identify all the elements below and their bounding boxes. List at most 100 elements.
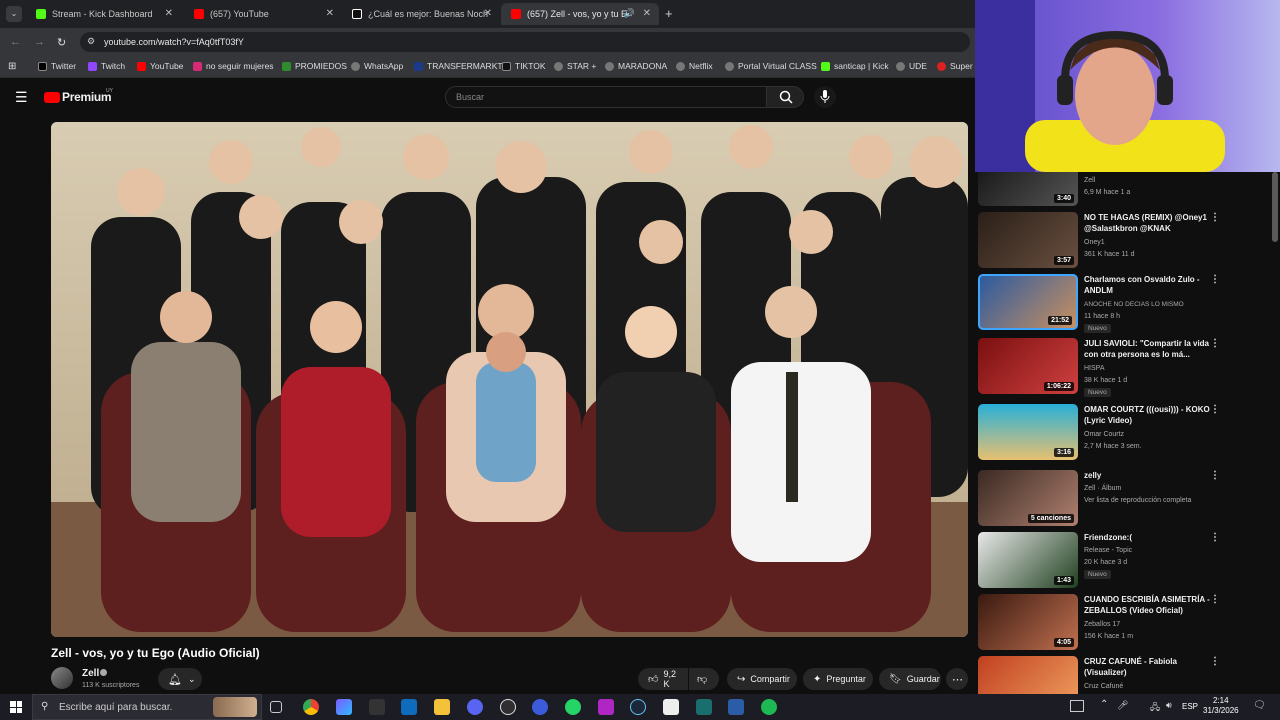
- app-icon[interactable]: [696, 699, 712, 715]
- more-options-icon[interactable]: ⋮: [1210, 532, 1220, 543]
- search-button[interactable]: [766, 86, 804, 108]
- video-thumbnail[interactable]: [978, 656, 1078, 694]
- app-icon[interactable]: [532, 699, 548, 715]
- network-icon[interactable]: 🖧: [1150, 700, 1160, 716]
- task-view-icon[interactable]: [270, 701, 282, 713]
- like-button[interactable]: 👍︎ 9,2 K: [638, 668, 688, 690]
- tab-search-icon[interactable]: ⌄: [6, 6, 22, 22]
- site-info-icon[interactable]: ⚙: [87, 36, 95, 47]
- list-item[interactable]: 1:06:22 JULI SAVIOLI: "Compartir la vida…: [978, 336, 1273, 397]
- ask-button[interactable]: ✦ Preguntar: [803, 668, 873, 690]
- speaker-icon[interactable]: 🔊: [624, 8, 635, 19]
- search-input[interactable]: Buscar: [445, 86, 767, 108]
- steam-icon[interactable]: [630, 699, 646, 715]
- obs-icon[interactable]: [500, 699, 516, 715]
- bookmark-netflix[interactable]: Netflix: [676, 61, 713, 71]
- bookmark-promiedos[interactable]: PROMIEDOS: [282, 61, 347, 71]
- back-icon[interactable]: ←: [10, 36, 21, 48]
- mail-icon[interactable]: [401, 699, 417, 715]
- shield-icon[interactable]: [728, 699, 744, 715]
- taskbar-search[interactable]: ⚲ Escribe aquí para buscar.: [32, 694, 262, 720]
- video-thumbnail[interactable]: 3:40: [978, 172, 1078, 206]
- tab-tiktok[interactable]: ¿Cuál es mejor: Buenas Noches ✕: [342, 3, 500, 25]
- microphone-icon[interactable]: 🎤︎: [1117, 700, 1128, 711]
- apps-icon[interactable]: ⊞: [8, 61, 16, 72]
- forward-icon[interactable]: →: [34, 36, 45, 48]
- more-options-icon[interactable]: ⋮: [1210, 594, 1220, 605]
- video-thumbnail[interactable]: 21:52: [978, 274, 1078, 330]
- video-thumbnail[interactable]: 3:16: [978, 404, 1078, 460]
- youtube-logo-icon[interactable]: [44, 92, 60, 103]
- bookmark-tiktok[interactable]: TIKTOK: [502, 61, 546, 71]
- close-tab-icon[interactable]: ✕: [484, 8, 492, 19]
- url-bar[interactable]: ⚙ youtube.com/watch?v=fAq0tfT03fY: [80, 32, 970, 52]
- bookmark-twitter[interactable]: Twitter: [38, 61, 76, 71]
- windows-start-icon[interactable]: [10, 701, 22, 713]
- app-icon[interactable]: [598, 699, 614, 715]
- system-clock[interactable]: 2:14 31/3/2026: [1203, 696, 1239, 716]
- more-actions-button[interactable]: ⋯: [946, 668, 968, 690]
- playlist-thumbnail[interactable]: 5 canciones: [978, 470, 1078, 526]
- more-options-icon[interactable]: ⋮: [1210, 274, 1220, 285]
- video-thumbnail[interactable]: 3:57: [978, 212, 1078, 268]
- tray-icon[interactable]: [1070, 700, 1084, 712]
- list-item[interactable]: 3:40 Zell 6,9 M hace 1 a: [978, 172, 1273, 208]
- tab-zell-video[interactable]: (657) Zell - vos, yo y tu Ego 🔊 ✕: [501, 3, 659, 25]
- language-indicator[interactable]: ESP: [1182, 702, 1198, 711]
- video-thumbnail[interactable]: 1:43: [978, 532, 1078, 588]
- list-item[interactable]: 3:57 NO TE HAGAS (REMIX) @Oney1 @Salastk…: [978, 210, 1273, 270]
- app-icon[interactable]: [663, 699, 679, 715]
- sidebar-scrollbar[interactable]: [1272, 172, 1278, 242]
- share-button[interactable]: ↪ Compartir: [727, 668, 797, 690]
- chevron-up-icon[interactable]: ⌃: [1100, 699, 1108, 710]
- close-tab-icon[interactable]: ✕: [165, 8, 173, 19]
- discord-icon[interactable]: [467, 699, 483, 715]
- bookmark-super[interactable]: Super: [937, 61, 973, 71]
- more-options-icon[interactable]: ⋮: [1210, 404, 1220, 415]
- video-thumbnail[interactable]: 4:05: [978, 594, 1078, 650]
- close-tab-icon[interactable]: ✕: [643, 8, 651, 19]
- notification-icon[interactable]: 🗨: [1253, 700, 1266, 711]
- more-options-icon[interactable]: ⋮: [1210, 338, 1220, 349]
- close-tab-icon[interactable]: ✕: [326, 8, 334, 19]
- bookmark-maradona[interactable]: MARADONA: [605, 61, 667, 71]
- spotify-icon[interactable]: [761, 699, 777, 715]
- new-tab-button[interactable]: +: [665, 6, 673, 21]
- bookmark-star[interactable]: STAR +: [554, 61, 596, 71]
- copilot-icon[interactable]: [336, 699, 352, 715]
- app-icon[interactable]: [369, 699, 385, 715]
- more-options-icon[interactable]: ⋮: [1210, 212, 1220, 223]
- list-item[interactable]: 5 canciones zelly Zell · Álbum Ver lista…: [978, 468, 1273, 528]
- list-item[interactable]: 1:43 Friendzone:( Release - Topic 20 K h…: [978, 530, 1273, 590]
- bookmark-youtube[interactable]: YouTube: [137, 61, 183, 71]
- volume-icon[interactable]: 🔊︎: [1166, 700, 1172, 711]
- tab-kick-dashboard[interactable]: Stream - Kick Dashboard ✕: [26, 3, 181, 25]
- list-item[interactable]: CRUZ CAFUNÉ - Fabiola (Visualizer) Cruz …: [978, 654, 1273, 694]
- youtube-logo-text[interactable]: Premium: [62, 90, 112, 104]
- bookmark-ude[interactable]: UDE: [896, 61, 927, 71]
- video-thumbnail[interactable]: 1:06:22: [978, 338, 1078, 394]
- bookmark-whatsapp[interactable]: WhatsApp: [351, 61, 403, 71]
- save-button[interactable]: 🔖︎ Guardar: [879, 668, 941, 690]
- bookmark-instagram[interactable]: no seguir mujeres: [193, 61, 274, 71]
- folder-icon[interactable]: [434, 699, 450, 715]
- more-options-icon[interactable]: ⋮: [1210, 470, 1220, 481]
- tab-youtube[interactable]: (657) YouTube ✕: [184, 3, 342, 25]
- bookmark-portal-class[interactable]: Portal Virtual CLASS: [725, 61, 817, 71]
- video-player[interactable]: [51, 122, 968, 637]
- more-options-icon[interactable]: ⋮: [1210, 656, 1220, 667]
- list-item[interactable]: 21:52 Charlamos con Osvaldo Zulo - ANDLM…: [978, 272, 1273, 333]
- notifications-button[interactable]: 🔔︎ ⌄: [158, 668, 202, 690]
- bookmark-twitch[interactable]: Twitch: [88, 61, 125, 71]
- bookmark-transfermarkt[interactable]: TRANSFERMARKT: [414, 61, 503, 71]
- reload-icon[interactable]: ↻: [57, 36, 66, 49]
- list-item[interactable]: 4:05 CUANDO ESCRIBÍA ASIMETRÍA - ZEBALLO…: [978, 592, 1273, 652]
- whatsapp-icon[interactable]: [565, 699, 581, 715]
- bookmark-santicap-kick[interactable]: santicap | Kick: [821, 61, 889, 71]
- menu-icon[interactable]: ☰: [15, 89, 28, 106]
- channel-name[interactable]: Zell: [82, 668, 99, 679]
- list-item[interactable]: 3:16 OMAR COURTZ (((ousi))) - KOKO (Lyri…: [978, 402, 1273, 462]
- chrome-icon[interactable]: [303, 699, 319, 715]
- channel-avatar[interactable]: [51, 667, 73, 689]
- dislike-button[interactable]: 👎︎: [689, 668, 719, 690]
